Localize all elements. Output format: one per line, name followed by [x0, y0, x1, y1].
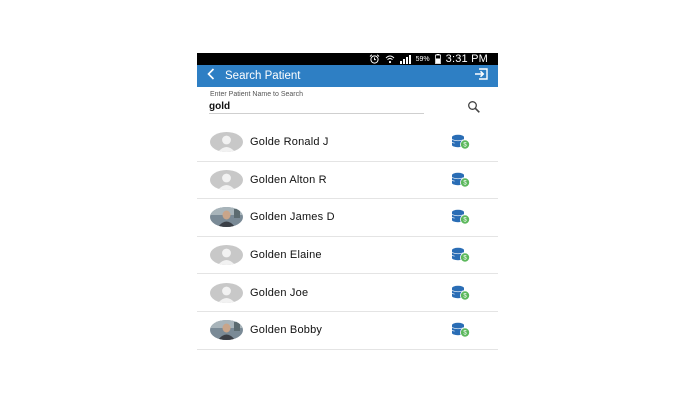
avatar-placeholder-icon [210, 282, 243, 303]
patient-row[interactable]: Golden Alton R $ [197, 162, 498, 200]
patient-row[interactable]: Golden Elaine $ [197, 237, 498, 275]
battery-icon [434, 53, 441, 65]
battery-percent: 59% [415, 55, 430, 63]
avatar-photo [210, 320, 243, 341]
search-area: Enter Patient Name to Search [197, 87, 498, 127]
chevron-left-icon [207, 67, 215, 85]
signal-icon [399, 53, 411, 65]
back-button[interactable] [207, 65, 221, 87]
patient-list: Golde Ronald J $ Golden Alton R $ Golden Jam… [197, 124, 498, 350]
wifi-icon [385, 53, 395, 65]
phone-screen: 59% 3:31 PM Search Patient Enter Patient… [197, 53, 498, 353]
patient-row[interactable]: Golden Bobby $ [197, 312, 498, 350]
search-icon[interactable] [467, 100, 481, 114]
coins-icon[interactable]: $ [451, 209, 471, 225]
logout-button[interactable] [472, 65, 488, 87]
search-input[interactable] [209, 99, 424, 114]
coins-icon[interactable]: $ [451, 172, 471, 188]
coins-icon[interactable]: $ [451, 322, 471, 338]
avatar-placeholder-icon [210, 169, 243, 190]
avatar-placeholder-icon [210, 132, 243, 153]
avatar-placeholder-icon [210, 245, 243, 266]
page-title: Search Patient [225, 70, 301, 82]
alarm-icon [369, 53, 380, 65]
coins-icon[interactable]: $ [451, 247, 471, 263]
app-bar: Search Patient [197, 65, 498, 87]
coins-icon[interactable]: $ [451, 285, 471, 301]
logout-icon [474, 67, 488, 85]
search-hint: Enter Patient Name to Search [210, 91, 303, 98]
status-bar: 59% 3:31 PM [197, 53, 498, 65]
coins-icon[interactable]: $ [451, 134, 471, 150]
avatar-photo [210, 207, 243, 228]
patient-row[interactable]: Golden James D $ [197, 199, 498, 237]
patient-row[interactable]: Golden Joe $ [197, 274, 498, 312]
patient-row[interactable]: Golde Ronald J $ [197, 124, 498, 162]
status-time: 3:31 PM [445, 53, 488, 65]
